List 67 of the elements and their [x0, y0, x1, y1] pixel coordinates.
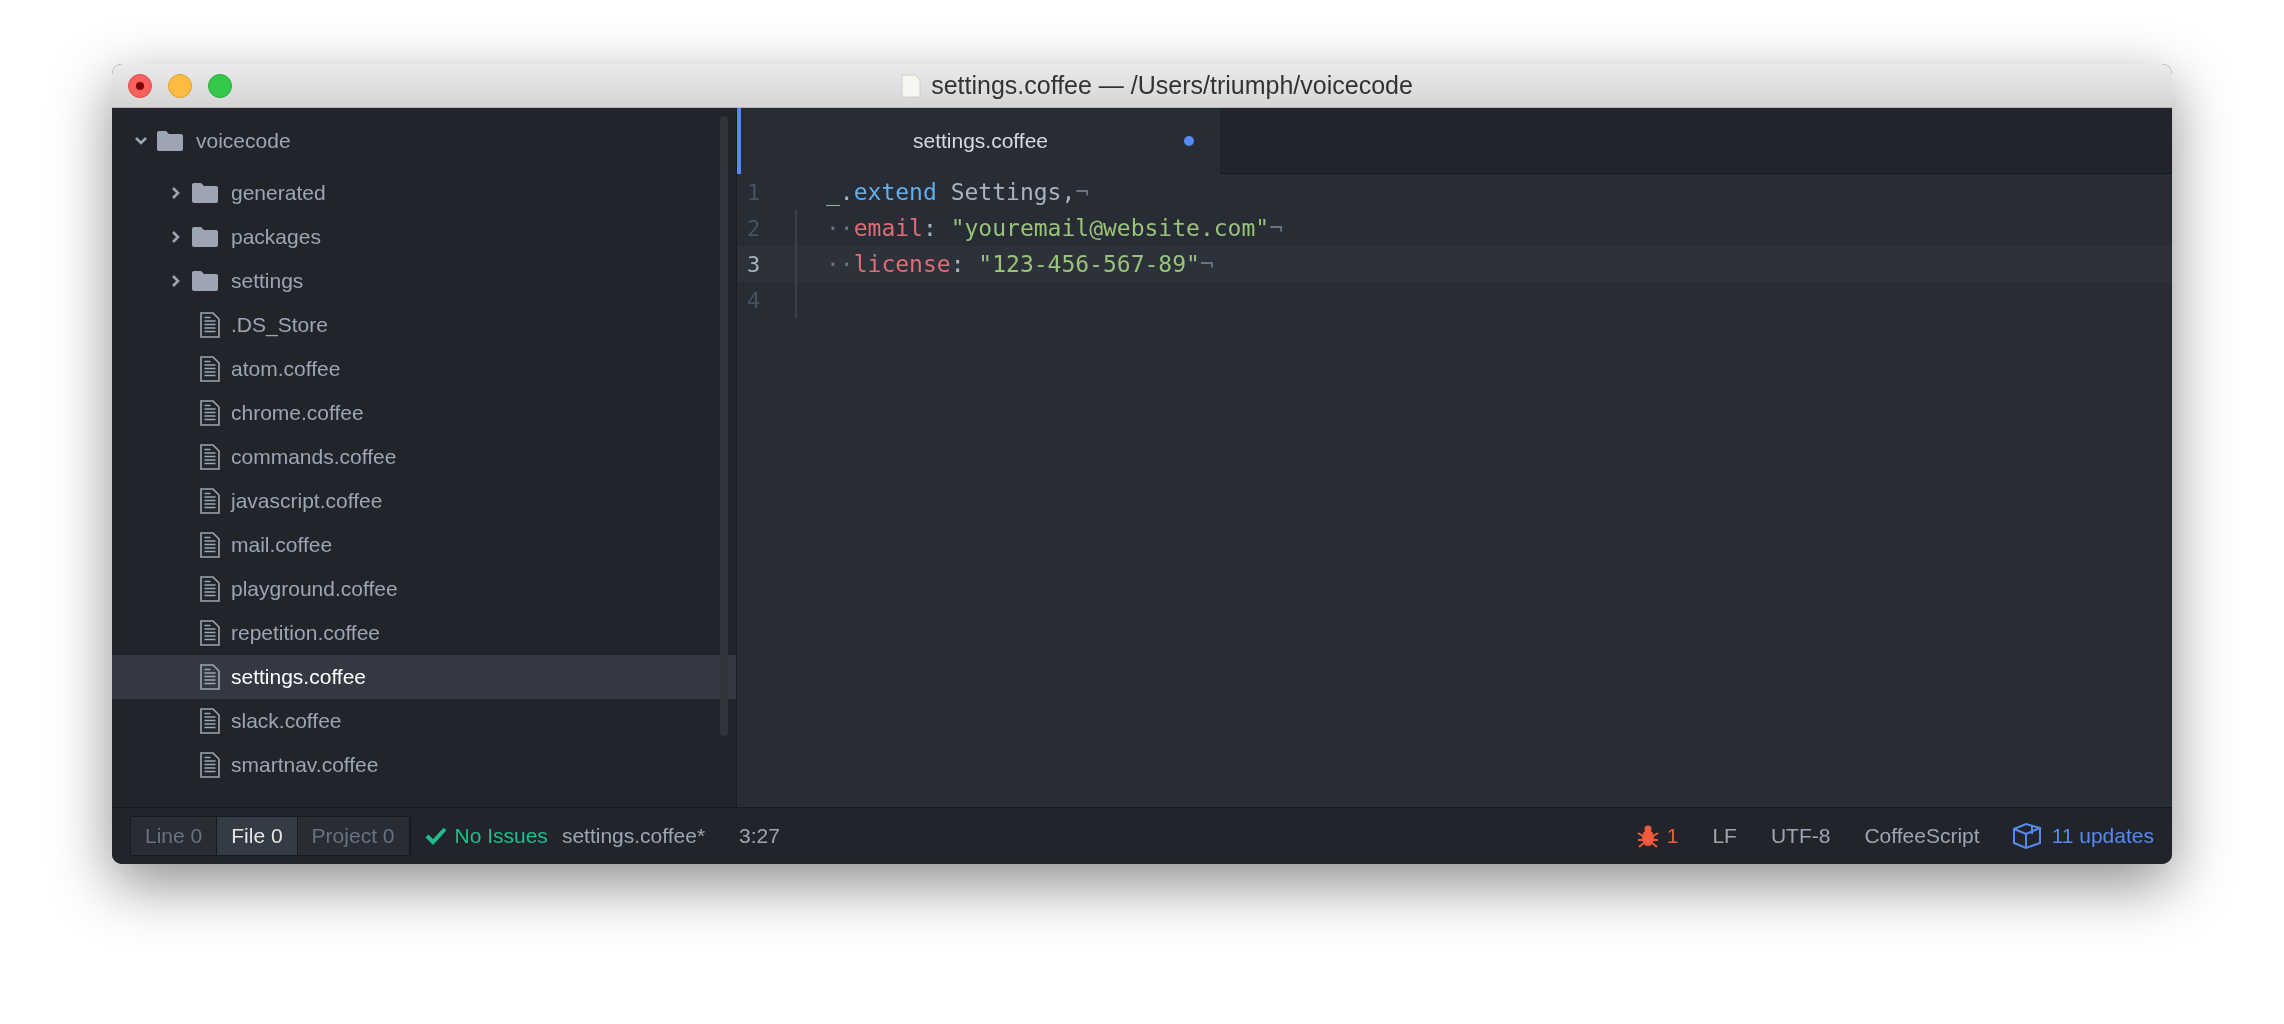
file-row[interactable]: playground.coffee [112, 567, 736, 611]
tree-label: repetition.coffee [231, 620, 381, 647]
file-icon [200, 620, 220, 646]
code-text: ··license: "123-456-567-89"¬ [825, 249, 1214, 279]
file-icon [200, 752, 220, 778]
package-icon[interactable] [2011, 822, 2042, 850]
document-icon [901, 73, 922, 98]
tree-label: mail.coffee [231, 532, 333, 559]
tree-label: settings [231, 268, 304, 295]
linter-tab[interactable]: File 0 [217, 817, 298, 855]
file-icon [200, 312, 220, 338]
tree-label: slack.coffee [231, 708, 342, 735]
folder-row[interactable]: packages [112, 215, 736, 259]
tree-label: commands.coffee [231, 444, 397, 471]
file-row[interactable]: javascript.coffee [112, 479, 736, 523]
updates-link[interactable]: 11 updates [2051, 820, 2154, 852]
code-text: _.extend Settings,¬ [825, 177, 1090, 208]
folder-row[interactable]: settings [112, 259, 736, 303]
window-title: settings.coffee — /Users/triumph/voicecode [931, 69, 1413, 101]
file-row[interactable]: commands.coffee [112, 435, 736, 479]
file-row[interactable]: chrome.coffee [112, 391, 736, 435]
folder-icon [156, 130, 184, 152]
line-ending[interactable]: LF [1712, 820, 1737, 852]
check-icon [424, 827, 447, 845]
file-row[interactable]: smartnav.coffee [112, 743, 736, 787]
tree-label: javascript.coffee [231, 488, 383, 515]
tree-label: .DS_Store [231, 312, 328, 339]
error-count[interactable]: 1 [1666, 820, 1679, 852]
tree-label: smartnav.coffee [231, 752, 379, 779]
file-icon [200, 664, 220, 690]
code-text: ··email: "youremail@website.com"¬ [825, 213, 1283, 243]
tree-label: atom.coffee [231, 356, 341, 383]
folder-icon [191, 270, 219, 292]
folder-icon [191, 182, 219, 204]
file-path[interactable]: settings.coffee* [561, 820, 706, 852]
editor-tab[interactable]: settings.coffee [737, 108, 1220, 174]
close-button[interactable] [128, 73, 152, 98]
tree-label: playground.coffee [231, 576, 398, 603]
cursor-position[interactable]: 3:27 [739, 820, 780, 852]
tree-label: packages [231, 224, 321, 251]
file-icon [200, 532, 220, 558]
file-row[interactable]: .DS_Store [112, 303, 736, 347]
tab-label: settings.coffee [912, 128, 1048, 155]
file-row[interactable]: atom.coffee [112, 347, 736, 391]
folder-row[interactable]: generated [112, 171, 736, 215]
tree-label: chrome.coffee [231, 400, 364, 427]
grammar[interactable]: CoffeeScript [1864, 820, 1980, 852]
close-icon [136, 81, 144, 90]
file-row[interactable]: settings.coffee [112, 655, 736, 699]
file-icon [200, 488, 220, 514]
file-icon [200, 708, 220, 734]
line-number: 3 [746, 250, 762, 279]
issues-status[interactable]: No Issues [454, 820, 548, 852]
encoding[interactable]: UTF-8 [1770, 820, 1831, 852]
bug-icon[interactable] [1636, 824, 1659, 848]
file-icon [200, 444, 220, 470]
file-icon [200, 576, 220, 602]
folder-icon [191, 226, 219, 248]
file-row[interactable]: slack.coffee [112, 699, 736, 743]
tree-label: voicecode [196, 128, 291, 155]
file-row[interactable]: repetition.coffee [112, 611, 736, 655]
tree-label: settings.coffee [231, 664, 367, 691]
folder-row[interactable]: voicecode [112, 119, 736, 163]
tree-label: generated [231, 180, 326, 207]
file-row[interactable]: mail.coffee [112, 523, 736, 567]
file-icon [200, 356, 220, 382]
file-icon [200, 400, 220, 426]
